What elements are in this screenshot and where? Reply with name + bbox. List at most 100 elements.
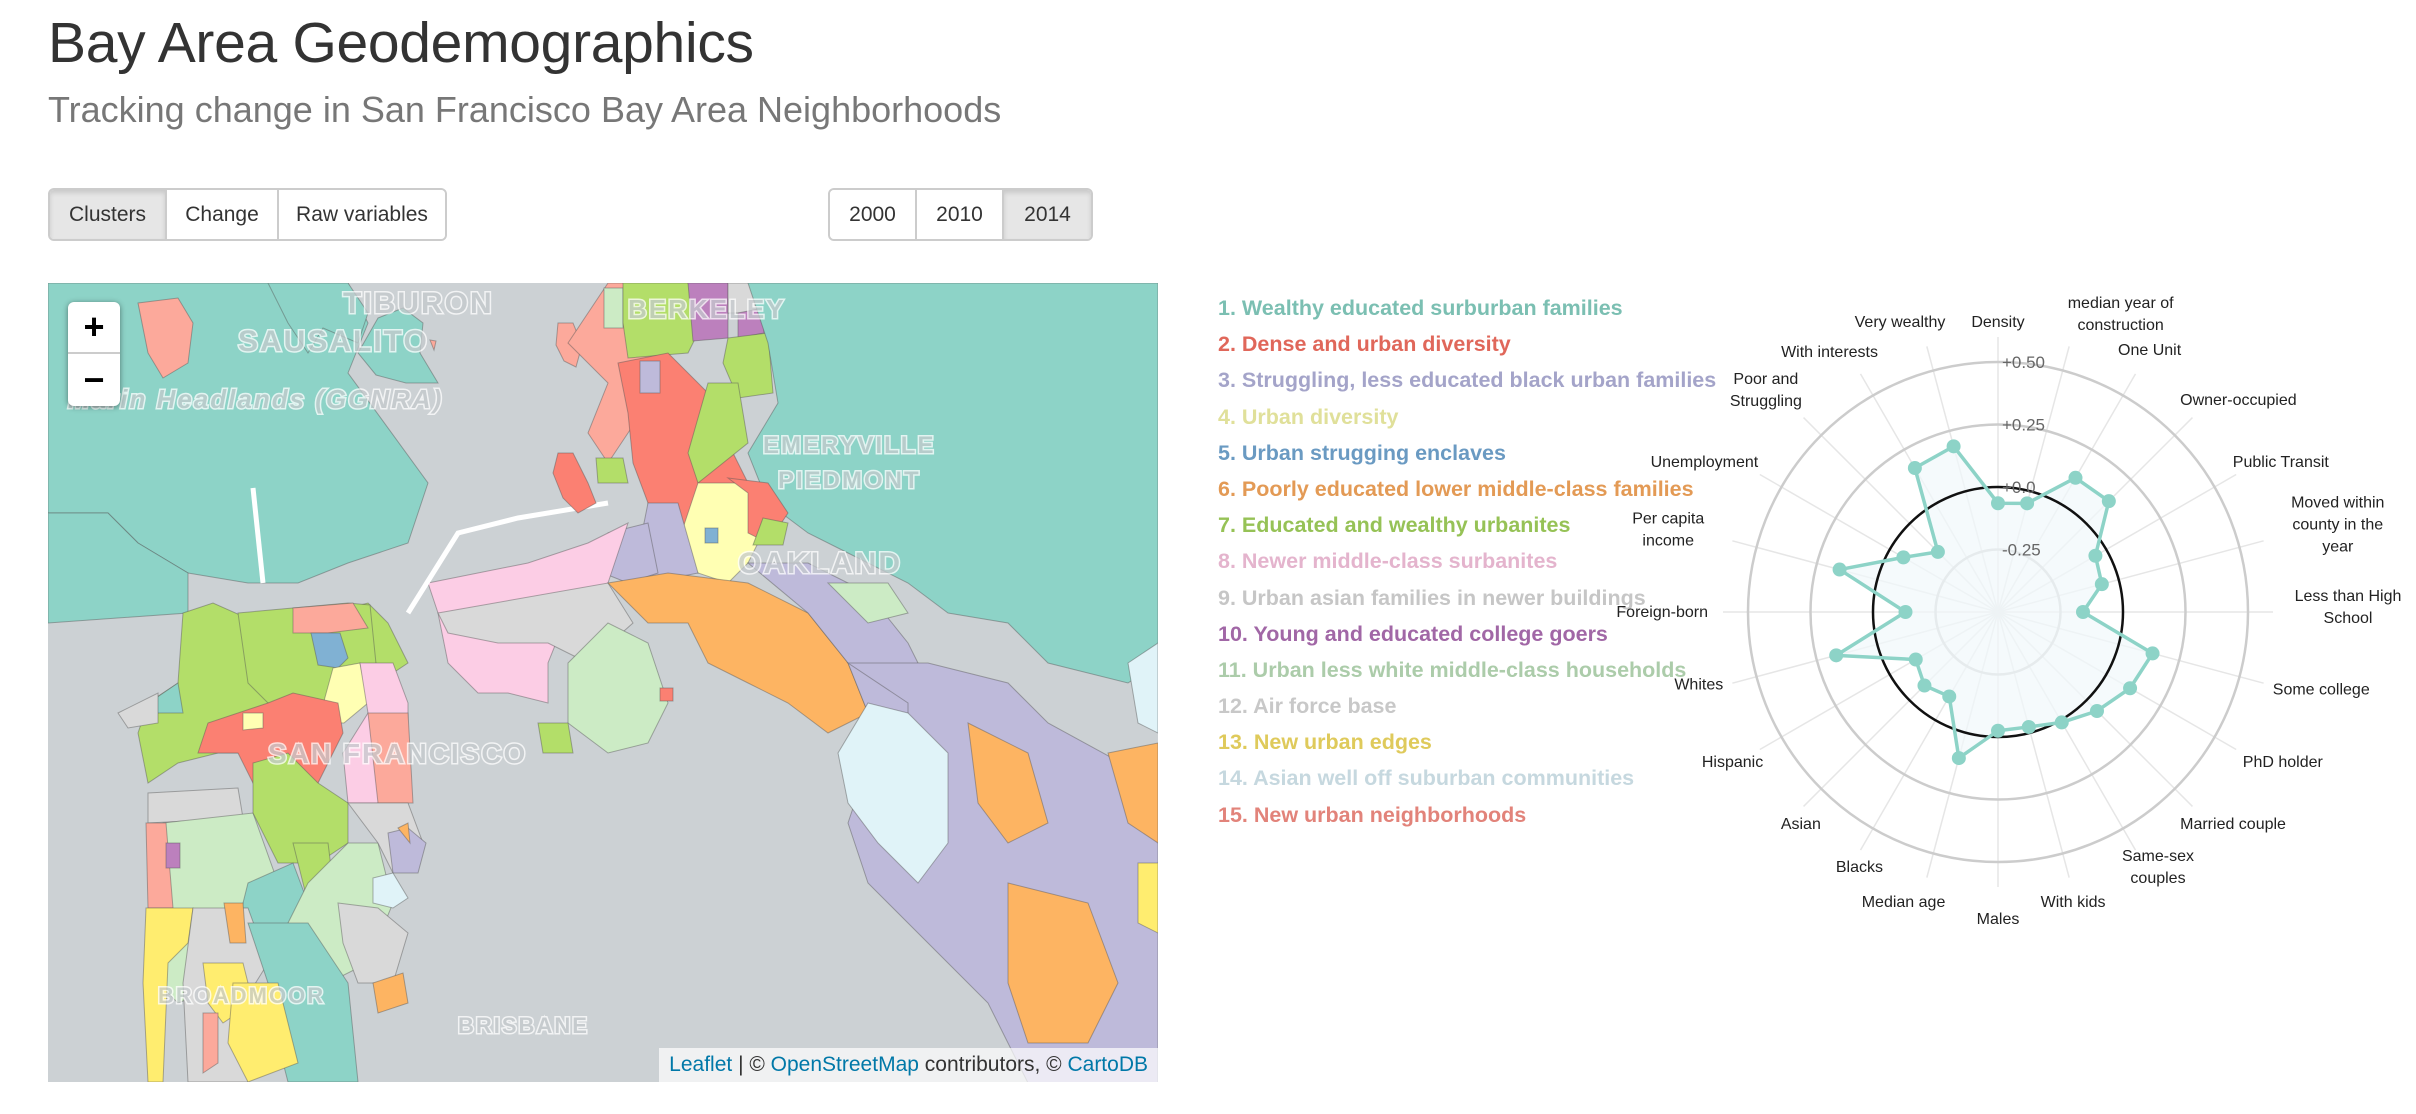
radar-axis-label-line: PhD holder xyxy=(2243,754,2324,771)
legend-item-cluster-4[interactable]: 4. Urban diversity xyxy=(1218,399,1716,435)
radar-point-13[interactable] xyxy=(1991,723,2005,738)
page-subtitle: Tracking change in San Francisco Bay Are… xyxy=(48,89,1002,130)
radar-zero-circle xyxy=(1871,485,2125,739)
place-label: BRISBANE xyxy=(458,1013,589,1038)
tract-cluster-11[interactable] xyxy=(603,287,624,329)
tract-cluster-13[interactable] xyxy=(1137,862,1158,934)
radar-spoke xyxy=(1926,611,1999,878)
radar-point-17[interactable] xyxy=(1908,652,1923,667)
legend-item-cluster-12[interactable]: 12. Air force base xyxy=(1218,688,1716,724)
radar-axis-label-line: One Unit xyxy=(2118,342,2182,359)
place-label: BERKELEY xyxy=(628,294,786,324)
radar-point-20[interactable] xyxy=(1832,562,1847,577)
tract-cluster-1[interactable] xyxy=(155,682,184,714)
tract-cluster-14[interactable] xyxy=(372,872,409,909)
tract-cluster-2[interactable] xyxy=(659,687,674,702)
legend-item-cluster-2[interactable]: 2. Dense and urban diversity xyxy=(1218,326,1716,362)
legend-item-cluster-7[interactable]: 7. Educated and wealthy urbanites xyxy=(1218,507,1716,543)
radar-point-24[interactable] xyxy=(1946,439,1961,454)
radar-point-14[interactable] xyxy=(1951,751,1966,766)
radar-axis-label-line: Less than High xyxy=(2295,588,2402,605)
radar-area xyxy=(1836,446,2153,759)
radar-spoke xyxy=(1997,346,2070,613)
tract-cluster-15[interactable] xyxy=(429,339,437,352)
radar-spoke xyxy=(1997,611,2264,684)
leaflet-link[interactable]: Leaflet xyxy=(669,1053,732,1076)
legend-item-cluster-1[interactable]: 1. Wealthy educated surburban families xyxy=(1218,290,1716,326)
tract-cluster-10[interactable] xyxy=(165,842,181,869)
tract-cluster-15[interactable] xyxy=(202,1012,219,1074)
tract-cluster-7[interactable] xyxy=(537,722,574,754)
clusters-button[interactable]: Clusters xyxy=(50,190,167,239)
view-mode-toggle: Clusters Change Raw variables xyxy=(48,188,447,241)
radar-spoke xyxy=(1759,473,1999,613)
radar-point-18[interactable] xyxy=(1829,648,1844,663)
radar-spoke xyxy=(1926,346,1999,613)
radar-tick-label: -0.25 xyxy=(2002,541,2041,560)
zoom-out-button[interactable]: − xyxy=(68,354,120,406)
radar-axis-label-line: Males xyxy=(1977,911,2020,928)
radar-point-1[interactable] xyxy=(1991,496,2005,511)
radar-spoke xyxy=(1732,611,1999,684)
tract-cluster-7[interactable] xyxy=(595,457,629,484)
radar-point-9[interactable] xyxy=(2123,681,2138,696)
radar-point-6[interactable] xyxy=(2094,577,2109,592)
radar-axis-label-line: Owner-occupied xyxy=(2180,392,2297,409)
radar-point-19[interactable] xyxy=(1898,605,1913,619)
openstreetmap-link[interactable]: OpenStreetMap xyxy=(771,1053,919,1076)
legend-item-cluster-11[interactable]: 11. Urban less white middle-class househ… xyxy=(1218,652,1716,688)
cluster-map[interactable]: TIBURON SAUSALITO EMERYVILLE BERKELEY PIEDMO… xyxy=(48,283,1158,1082)
radar-spoke xyxy=(1997,473,2237,613)
radar-point-8[interactable] xyxy=(2145,646,2160,661)
radar-point-3[interactable] xyxy=(2068,470,2083,485)
radar-axis-label: Very wealthy xyxy=(1855,314,1946,331)
tract-cluster-5[interactable] xyxy=(704,527,719,544)
radar-axis-label: Less than High School xyxy=(2295,588,2402,627)
radar-spoke xyxy=(1803,417,1999,613)
legend-item-cluster-6[interactable]: 6. Poorly educated lower middle-class fa… xyxy=(1218,471,1716,507)
radar-axis-label: Blacks xyxy=(1836,859,1883,876)
radar-axis-label: Married couple xyxy=(2180,816,2286,833)
radar-axis-label: Same-sex couples xyxy=(2122,848,2194,887)
legend-item-cluster-5[interactable]: 5. Urban strugging enclaves xyxy=(1218,435,1716,471)
legend-item-cluster-13[interactable]: 13. New urban edges xyxy=(1218,724,1716,760)
map-canvas[interactable]: TIBURON SAUSALITO EMERYVILLE BERKELEY PIEDMO… xyxy=(48,283,1158,1082)
radar-gridline xyxy=(1746,360,2250,864)
radar-point-5[interactable] xyxy=(2088,548,2103,563)
tract-cluster-4[interactable] xyxy=(242,712,264,731)
legend-item-cluster-15[interactable]: 15. New urban neighborhoods xyxy=(1218,797,1716,833)
year-2000-button[interactable]: 2000 xyxy=(830,190,917,239)
legend-item-cluster-10[interactable]: 10. Young and educated college goers xyxy=(1218,616,1716,652)
legend-item-cluster-9[interactable]: 9. Urban asian families in newer buildin… xyxy=(1218,580,1716,616)
radar-point-2[interactable] xyxy=(2020,496,2035,511)
radar-spoke xyxy=(1759,611,1999,751)
legend-item-cluster-14[interactable]: 14. Asian well off suburban communities xyxy=(1218,760,1716,796)
radar-point-4[interactable] xyxy=(2101,494,2116,509)
year-2014-button[interactable]: 2014 xyxy=(1004,190,1091,239)
radar-point-7[interactable] xyxy=(2076,605,2090,619)
radar-point-22[interactable] xyxy=(1930,544,1945,559)
radar-point-21[interactable] xyxy=(1896,550,1911,565)
tract-cluster-9[interactable] xyxy=(117,692,159,729)
radar-point-11[interactable] xyxy=(2054,715,2069,730)
radar-axis-label-line: Struggling xyxy=(1730,393,1802,410)
radar-series-line xyxy=(1834,444,2155,760)
radar-point-23[interactable] xyxy=(1907,461,1922,476)
change-button[interactable]: Change xyxy=(167,190,279,239)
legend-item-cluster-8[interactable]: 8. Newer middle-class surbanites xyxy=(1218,543,1716,579)
radar-point-12[interactable] xyxy=(2021,719,2036,734)
zoom-control: + − xyxy=(68,302,120,406)
radar-axis-label-line: construction xyxy=(2078,317,2164,334)
raw-variables-button[interactable]: Raw variables xyxy=(279,190,445,239)
tract-cluster-3[interactable] xyxy=(639,360,661,394)
cartodb-link[interactable]: CartoDB xyxy=(1067,1053,1148,1076)
legend-item-cluster-3[interactable]: 3. Struggling, less educated black urban… xyxy=(1218,362,1716,398)
radar-spoke xyxy=(1997,611,2237,751)
radar-point-15[interactable] xyxy=(1942,689,1957,704)
radar-point-16[interactable] xyxy=(1917,678,1932,693)
tract-cluster-2[interactable] xyxy=(552,452,597,514)
zoom-in-button[interactable]: + xyxy=(68,302,120,354)
year-2010-button[interactable]: 2010 xyxy=(917,190,1004,239)
radar-point-10[interactable] xyxy=(2089,703,2104,718)
radar-axis-label-line: With kids xyxy=(2041,894,2106,911)
